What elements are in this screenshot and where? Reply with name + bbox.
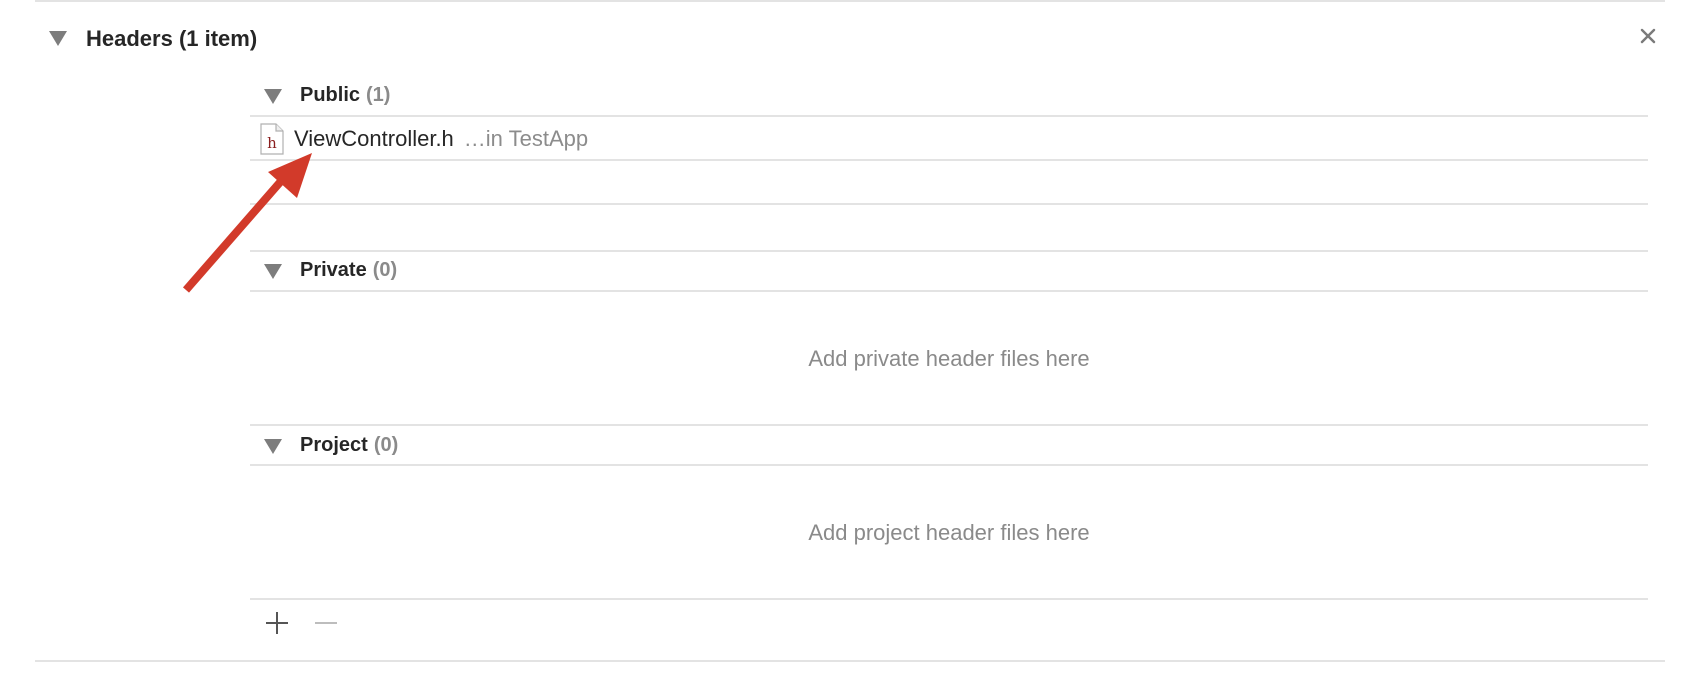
row-divider	[250, 159, 1648, 161]
file-location: …in TestApp	[463, 126, 589, 151]
section-header-public[interactable]: Public (1)	[300, 84, 390, 107]
section-divider	[250, 464, 1648, 466]
section-divider	[250, 115, 1648, 117]
section-name: Public	[300, 84, 361, 106]
section-count: (1)	[366, 84, 391, 106]
build-phase-headers: Headers (1 item) Public (1) h ViewControl…	[0, 0, 1698, 682]
minus-icon[interactable]	[313, 610, 339, 636]
bottom-divider	[35, 660, 1665, 662]
project-disclosure-triangle-icon[interactable]	[264, 439, 282, 454]
file-name: ViewController.h	[294, 126, 454, 151]
close-icon[interactable]	[1638, 26, 1658, 46]
red-arrow-annotation	[182, 153, 312, 293]
toolbar-divider	[250, 598, 1648, 600]
list-item[interactable]: h ViewController.h …in TestApp	[260, 123, 588, 155]
section-name: Project	[300, 434, 368, 456]
section-header-private[interactable]: Private (0)	[300, 259, 397, 282]
section-divider	[250, 250, 1648, 252]
section-header-project[interactable]: Project (0)	[300, 434, 398, 457]
private-drop-placeholder[interactable]: Add private header files here	[250, 346, 1648, 372]
header-file-icon: h	[260, 123, 284, 155]
section-count: (0)	[372, 259, 398, 281]
private-disclosure-triangle-icon[interactable]	[264, 264, 282, 279]
row-divider	[250, 203, 1648, 205]
section-divider	[250, 290, 1648, 292]
section-count: (0)	[373, 434, 399, 456]
project-drop-placeholder[interactable]: Add project header files here	[250, 520, 1648, 546]
svg-text:h: h	[267, 134, 277, 152]
section-divider	[250, 424, 1648, 426]
public-disclosure-triangle-icon[interactable]	[264, 89, 282, 104]
plus-icon[interactable]	[264, 610, 290, 636]
phase-title: Headers (1 item)	[86, 26, 258, 51]
top-divider	[35, 0, 1665, 2]
phase-disclosure-triangle-icon[interactable]	[49, 31, 67, 46]
section-name: Private	[300, 259, 367, 281]
